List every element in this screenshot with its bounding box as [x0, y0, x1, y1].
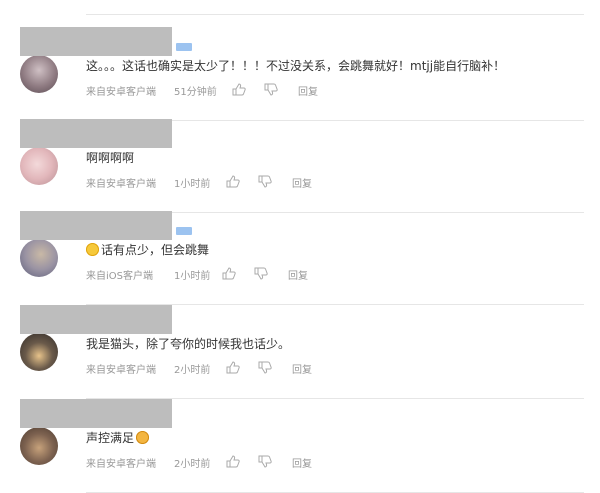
avatar[interactable] [20, 147, 58, 185]
username-redacted [20, 399, 172, 428]
comment-text: 啊啊啊啊 [86, 151, 135, 165]
username-redacted [20, 305, 172, 334]
reply-link[interactable]: 回复 [288, 267, 308, 282]
surprised-emoji-icon [136, 431, 150, 444]
comment-text-body: 声控满足 [86, 431, 135, 445]
source-label: 来自安卓客户端 [86, 459, 156, 470]
smile-emoji-icon [86, 243, 99, 256]
time-label: 2小时前 [174, 459, 211, 470]
thumbs-down-icon[interactable] [258, 361, 272, 374]
thumbs-down-icon[interactable] [264, 83, 278, 96]
source-label: 来自安卓客户端 [86, 87, 156, 98]
reply-link[interactable]: 回复 [292, 175, 312, 190]
comment-text: 这。。。这话也确实是太少了！！！不过没关系，会跳舞就好！mtjj能自行脑补！ [86, 59, 506, 73]
thumbs-up-icon[interactable] [226, 361, 240, 374]
reply-link[interactable]: 回复 [292, 361, 312, 376]
avatar[interactable] [20, 239, 58, 277]
avatar[interactable] [20, 427, 58, 465]
avatar[interactable] [20, 55, 58, 93]
comment-item: 声控满足 来自安卓客户端 2小时前 回复 [0, 399, 600, 493]
avatar[interactable] [20, 333, 58, 371]
thumbs-down-icon[interactable] [254, 267, 268, 280]
thumbs-down-icon[interactable] [258, 175, 272, 188]
comment-item: 啊啊啊啊 来自安卓客户端 1小时前 回复 [0, 119, 600, 213]
thumbs-down-icon[interactable] [258, 455, 272, 468]
comment-item: 我是猫头，除了夸你的时候我也话少。 来自安卓客户端 2小时前 回复 [0, 305, 600, 399]
comment-text-body: 话有点少，但会跳舞 [101, 243, 210, 257]
source-label: 来自iOS客户端 [86, 271, 153, 282]
user-badge [176, 43, 192, 51]
comment-text: 我是猫头，除了夸你的时候我也话少。 [86, 337, 291, 351]
username-redacted [20, 211, 172, 240]
thumbs-up-icon[interactable] [232, 83, 246, 96]
username-redacted [20, 27, 172, 56]
user-badge [176, 227, 192, 235]
thumbs-up-icon[interactable] [222, 267, 236, 280]
reply-link[interactable]: 回复 [292, 455, 312, 470]
time-label: 51分钟前 [174, 87, 217, 98]
comment-text: 声控满足 [86, 430, 151, 446]
source-label: 来自安卓客户端 [86, 179, 156, 190]
source-label: 来自安卓客户端 [86, 365, 156, 376]
comment-item: 这。。。这话也确实是太少了！！！不过没关系，会跳舞就好！mtjj能自行脑补！ 来… [0, 27, 600, 121]
username-redacted [20, 119, 172, 148]
comment-item: 话有点少，但会跳舞 来自iOS客户端 1小时前 回复 [0, 211, 600, 305]
top-divider [86, 14, 584, 15]
thumbs-up-icon[interactable] [226, 175, 240, 188]
time-label: 1小时前 [174, 179, 211, 190]
time-label: 2小时前 [174, 365, 211, 376]
thumbs-up-icon[interactable] [226, 455, 240, 468]
reply-link[interactable]: 回复 [298, 83, 318, 98]
comment-text: 话有点少，但会跳舞 [86, 242, 209, 258]
time-label: 1小时前 [174, 271, 211, 282]
